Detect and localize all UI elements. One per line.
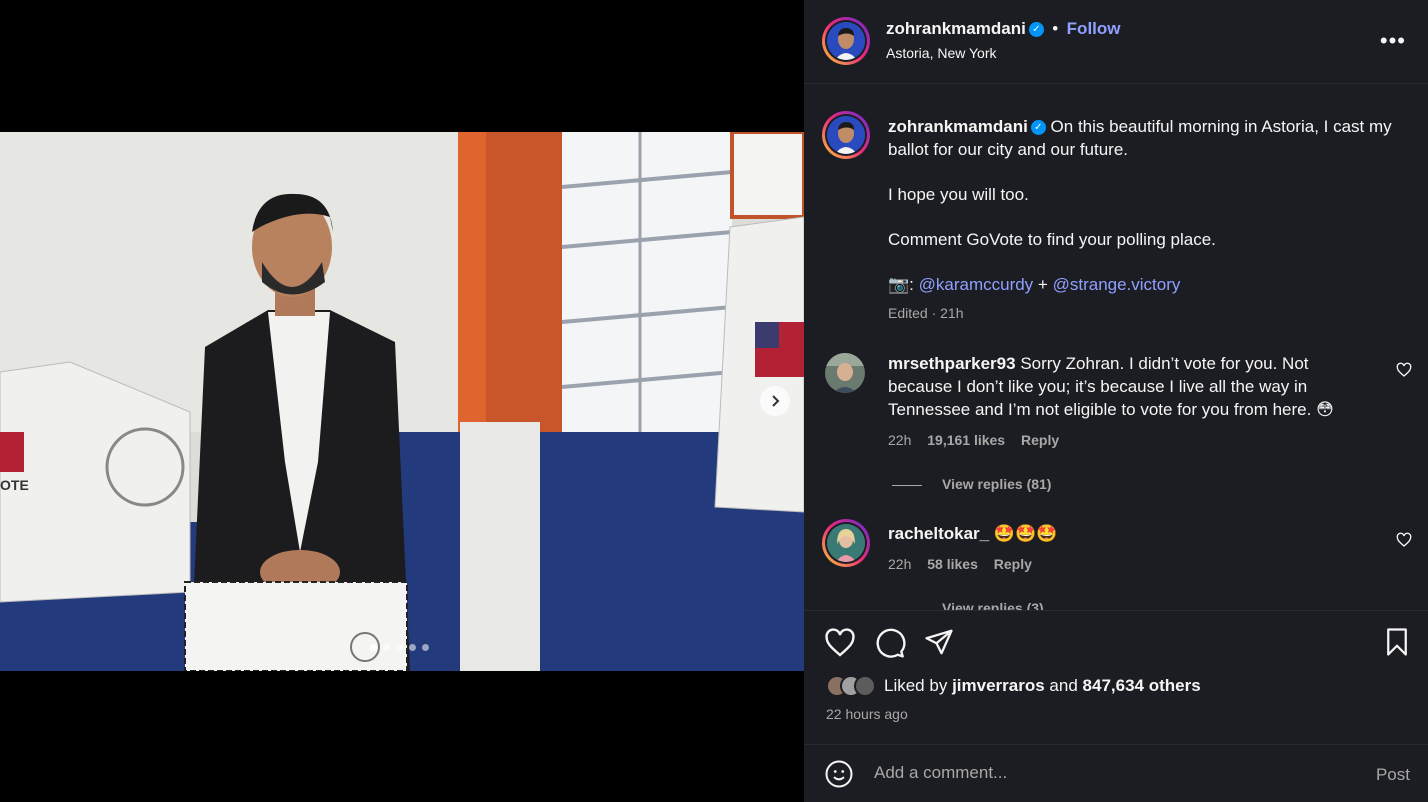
likes-user-link[interactable]: jimverraros bbox=[952, 676, 1045, 696]
comment-reply-button[interactable]: Reply bbox=[994, 556, 1032, 572]
liker-avatar bbox=[854, 675, 876, 697]
mention-link[interactable]: @strange.victory bbox=[1053, 275, 1181, 294]
comment-time: 22h bbox=[888, 432, 912, 448]
author-avatar-image bbox=[827, 22, 865, 60]
carousel-dot bbox=[370, 644, 377, 651]
mention-link[interactable]: @karamccurdy bbox=[919, 275, 1034, 294]
view-replies-button[interactable]: View replies (81) bbox=[892, 476, 1051, 492]
likes-summary: Liked by jimverraros and 847,634 others bbox=[826, 675, 1201, 697]
caption-username[interactable]: zohrankmamdani bbox=[888, 117, 1028, 136]
commenter-avatar-image bbox=[827, 524, 865, 562]
comment-likes[interactable]: 19,161 likes bbox=[927, 432, 1005, 448]
comment-meta: 22h 58 likes Reply bbox=[888, 556, 1032, 572]
comment-meta: 22h 19,161 likes Reply bbox=[888, 432, 1059, 448]
carousel-dot bbox=[409, 644, 416, 651]
verified-badge-icon: ✓ bbox=[1028, 22, 1044, 38]
comment-text: racheltokar_ 🤩🤩🤩 bbox=[888, 522, 1368, 545]
carousel-dot bbox=[396, 644, 403, 651]
commenter-username[interactable]: racheltokar_ bbox=[888, 524, 989, 543]
likes-join: and bbox=[1049, 676, 1078, 695]
follow-button[interactable]: Follow bbox=[1067, 19, 1121, 38]
author-avatar-image bbox=[827, 116, 865, 154]
view-replies-label: View replies (81) bbox=[942, 476, 1052, 492]
like-heart-icon[interactable] bbox=[824, 627, 856, 664]
post-comment-button[interactable]: Post bbox=[1376, 765, 1410, 785]
caption-author-avatar[interactable] bbox=[822, 111, 870, 159]
commenter-username[interactable]: mrsethparker93 bbox=[888, 354, 1016, 373]
share-send-icon[interactable] bbox=[924, 627, 954, 662]
caption-meta: Edited · 21h bbox=[888, 305, 964, 321]
post-photo[interactable]: OTE bbox=[0, 132, 804, 671]
likes-others-link[interactable]: 847,634 others bbox=[1083, 676, 1201, 696]
caption-line-3: Comment GoVote to find your polling plac… bbox=[888, 230, 1216, 249]
chevron-right-icon bbox=[772, 395, 780, 407]
polling-place-photo: OTE bbox=[0, 132, 804, 671]
separator-dot: • bbox=[1052, 19, 1059, 38]
commenter-avatar-image bbox=[825, 353, 865, 393]
save-bookmark-icon[interactable] bbox=[1382, 627, 1412, 662]
liker-avatars bbox=[826, 675, 876, 697]
credit-join: + bbox=[1037, 275, 1048, 294]
post-header: zohrankmamdani ✓ • Follow Astoria, New Yo… bbox=[804, 0, 1428, 84]
commenter-avatar[interactable] bbox=[822, 519, 870, 567]
camera-emoji-icon: 📷: bbox=[888, 275, 914, 294]
comment-like-heart-icon[interactable] bbox=[1396, 532, 1412, 553]
svg-text:OTE: OTE bbox=[0, 477, 29, 493]
carousel-dot bbox=[422, 644, 429, 651]
media-area: OTE bbox=[0, 0, 804, 802]
add-comment-input[interactable] bbox=[874, 763, 1344, 783]
comment-text: mrsethparker93 Sorry Zohran. I didn’t vo… bbox=[888, 352, 1368, 421]
carousel-next-button[interactable] bbox=[760, 386, 790, 416]
comment-time: 22h bbox=[888, 556, 912, 572]
comment-bubble-icon[interactable] bbox=[874, 627, 906, 664]
post-location[interactable]: Astoria, New York bbox=[886, 45, 997, 61]
add-comment-bar: Post bbox=[804, 744, 1428, 802]
more-options-icon[interactable]: ••• bbox=[1380, 28, 1406, 54]
comment-likes[interactable]: 58 likes bbox=[927, 556, 978, 572]
author-username[interactable]: zohrankmamdani bbox=[886, 19, 1026, 38]
likes-prefix: Liked by bbox=[884, 676, 948, 695]
carousel-dot bbox=[383, 644, 390, 651]
post-caption: zohrankmamdani ✓ On this beautiful mornin… bbox=[888, 115, 1418, 325]
post-timestamp[interactable]: 22 hours ago bbox=[826, 706, 908, 722]
comment-body: 🤩🤩🤩 bbox=[993, 524, 1058, 543]
comment-like-heart-icon[interactable] bbox=[1396, 362, 1412, 383]
caption-line-2: I hope you will too. bbox=[888, 185, 1029, 204]
author-avatar[interactable] bbox=[822, 17, 870, 65]
emoji-icon[interactable] bbox=[824, 759, 854, 794]
post-side-panel: zohrankmamdani ✓ • Follow Astoria, New Yo… bbox=[804, 0, 1428, 802]
verified-badge-icon: ✓ bbox=[1030, 120, 1046, 136]
commenter-avatar[interactable] bbox=[824, 352, 866, 394]
header-name-row: zohrankmamdani ✓ • Follow bbox=[886, 19, 1121, 39]
comment-reply-button[interactable]: Reply bbox=[1021, 432, 1059, 448]
carousel-indicator bbox=[370, 644, 429, 651]
